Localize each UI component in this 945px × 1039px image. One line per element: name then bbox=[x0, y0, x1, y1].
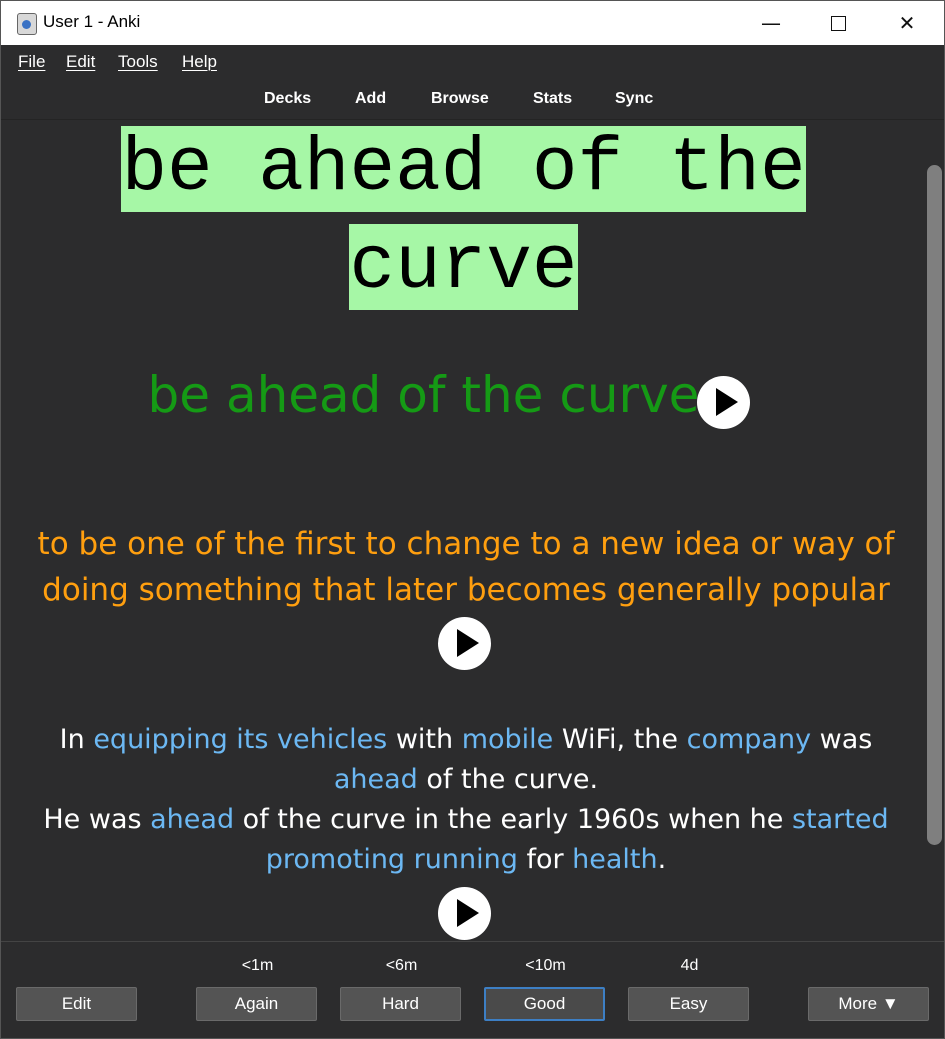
toolbar-sync[interactable]: Sync bbox=[615, 90, 653, 108]
again-button[interactable]: Again bbox=[196, 987, 317, 1021]
close-icon: ✕ bbox=[898, 11, 916, 35]
play-icon[interactable] bbox=[438, 617, 491, 670]
example-sentence-2: He was ahead of the curve in the early 1… bbox=[43, 804, 889, 875]
more-button[interactable]: More ▼ bbox=[808, 987, 929, 1021]
front-line-1: be ahead of the bbox=[121, 126, 806, 212]
minimize-icon: — bbox=[761, 11, 781, 35]
answer-bar: <1m <6m <10m 4d Edit Again Hard Good Eas… bbox=[1, 941, 944, 1038]
example-sentence-1: In equipping its vehicles with mobile Wi… bbox=[59, 724, 873, 795]
card-view: be ahead of the curve be ahead of the cu… bbox=[1, 120, 944, 941]
menu-edit[interactable]: Edit bbox=[66, 52, 95, 72]
maximize-button[interactable] bbox=[803, 1, 873, 45]
keyword: started bbox=[791, 804, 889, 835]
toolbar-browse[interactable]: Browse bbox=[431, 90, 489, 108]
toolbar-add[interactable]: Add bbox=[355, 90, 386, 108]
hard-due: <6m bbox=[385, 957, 418, 974]
minimize-button[interactable]: — bbox=[736, 1, 806, 45]
toolbar-decks[interactable]: Decks bbox=[264, 90, 311, 108]
definition-text: to be one of the first to change to a ne… bbox=[37, 526, 895, 608]
play-icon[interactable] bbox=[697, 376, 750, 429]
menu-tools[interactable]: Tools bbox=[118, 52, 158, 72]
anki-icon bbox=[17, 13, 37, 35]
again-due: <1m bbox=[241, 957, 274, 974]
card-front: be ahead of the curve bbox=[1, 120, 926, 316]
title-bar: User 1 - Anki — ✕ bbox=[1, 1, 944, 45]
keyword: mobile bbox=[461, 724, 554, 755]
keyword: health bbox=[572, 844, 658, 875]
card-scrollbar[interactable] bbox=[927, 165, 942, 845]
easy-button[interactable]: Easy bbox=[628, 987, 749, 1021]
menu-file[interactable]: File bbox=[18, 52, 45, 72]
good-due: <10m bbox=[525, 957, 566, 974]
keyword: promoting running bbox=[265, 844, 518, 875]
window-title: User 1 - Anki bbox=[43, 12, 141, 31]
example-sentences: In equipping its vehicles with mobile Wi… bbox=[26, 720, 906, 880]
front-line-2: curve bbox=[349, 224, 578, 310]
menu-bar: File Edit Tools Help bbox=[1, 45, 944, 77]
anki-window: User 1 - Anki — ✕ File Edit Tools Help D… bbox=[0, 0, 945, 1039]
keyword: ahead bbox=[333, 764, 418, 795]
easy-due: 4d bbox=[680, 957, 699, 974]
main-toolbar: Decks Add Browse Stats Sync bbox=[1, 77, 944, 120]
keyword: ahead bbox=[150, 804, 235, 835]
hard-button[interactable]: Hard bbox=[340, 987, 461, 1021]
keyword: equipping its vehicles bbox=[93, 724, 388, 755]
close-button[interactable]: ✕ bbox=[872, 1, 942, 45]
edit-button[interactable]: Edit bbox=[16, 987, 137, 1021]
keyword: company bbox=[686, 724, 812, 755]
toolbar-stats[interactable]: Stats bbox=[533, 90, 572, 108]
menu-help[interactable]: Help bbox=[182, 52, 217, 72]
play-icon[interactable] bbox=[438, 887, 491, 940]
maximize-icon bbox=[830, 15, 846, 31]
good-button[interactable]: Good bbox=[484, 987, 605, 1021]
